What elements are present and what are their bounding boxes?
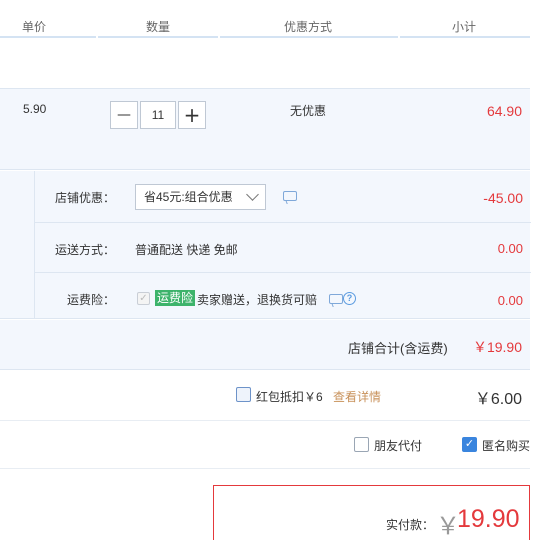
shop-discount-row: 店铺优惠： 省45元:组合优惠 -45.00: [35, 171, 531, 223]
shop-total-value: ￥19.90: [472, 339, 522, 355]
quantity-input[interactable]: 11: [140, 101, 176, 129]
coupon-amount: ￥6.00: [474, 391, 522, 408]
shop-discount-label: 店铺优惠：: [54, 191, 115, 205]
decrease-qty-button[interactable]: —: [110, 101, 138, 129]
shop-total-label: 店铺合计(含运费): [348, 341, 448, 356]
insurance-checkbox[interactable]: ✓: [137, 292, 150, 305]
final-label: 实付款：: [386, 518, 435, 532]
unit-price: 5.90: [23, 102, 47, 116]
cart-item-row: 5.90 — 11 + 无优惠 64.90: [0, 88, 530, 170]
shipping-label: 运送方式：: [54, 243, 115, 257]
shop-total-row: 店铺合计(含运费) ￥19.90: [0, 320, 530, 370]
final-amount: 19.90: [457, 505, 520, 533]
col-promo-header: 优惠方式: [284, 20, 333, 34]
shipping-amount: 0.00: [497, 241, 523, 256]
coupon-row: 红包抵扣￥6 查看详情 ￥6.00: [0, 371, 530, 421]
message-icon[interactable]: [283, 191, 297, 201]
shop-discount-amount: -45.00: [483, 190, 523, 206]
item-subtotal: 64.90: [486, 103, 522, 119]
col-qty-header: 数量: [146, 20, 171, 34]
coupon-details-link[interactable]: 查看详情: [333, 388, 381, 405]
help-icon[interactable]: ?: [343, 292, 356, 305]
chevron-down-icon: [246, 188, 259, 201]
final-payment-box: 实付款： ￥ 19.90: [213, 485, 530, 540]
insurance-amount: 0.00: [497, 293, 523, 308]
insurance-label: 运费险：: [66, 293, 115, 307]
coupon-checkbox[interactable]: [236, 387, 251, 402]
insurance-desc: 卖家赠送，退换货可赔: [197, 293, 318, 307]
shop-discount-value: 省45元:组合优惠: [144, 190, 233, 204]
insurance-badge: 运费险: [155, 290, 196, 306]
col-subtotal-header: 小计: [452, 20, 477, 34]
anonymous-checkbox[interactable]: ✓: [462, 437, 477, 452]
friend-pay-checkbox[interactable]: [354, 437, 369, 452]
message-icon[interactable]: [329, 294, 343, 304]
quantity-stepper: — 11 +: [110, 101, 206, 129]
shop-discount-select[interactable]: 省45元:组合优惠: [135, 184, 266, 210]
shipping-value: 普通配送 快递 免邮: [135, 243, 238, 257]
friend-pay-label: 朋友代付: [374, 439, 423, 453]
col-price-header: 单价: [22, 20, 47, 34]
anonymous-label: 匿名购买: [482, 439, 531, 453]
item-promo: 无优惠: [290, 104, 327, 118]
payment-options-row: 朋友代付 ✓ 匿名购买: [0, 421, 530, 469]
shop-section: 店铺优惠： 省45元:组合优惠 -45.00 运送方式： 普通配送 快递 免邮 …: [0, 171, 531, 319]
coupon-label: 红包抵扣￥6: [256, 390, 323, 404]
minus-icon: —: [117, 107, 131, 123]
shipping-row: 运送方式： 普通配送 快递 免邮 0.00: [35, 223, 531, 273]
insurance-row: 运费险： ✓ 运费险 卖家赠送，退换货可赔 ? 0.00: [35, 273, 531, 319]
plus-icon: +: [183, 103, 201, 127]
cart-table-header: 单价 数量 优惠方式 小计: [0, 0, 530, 38]
increase-qty-button[interactable]: +: [178, 101, 206, 129]
